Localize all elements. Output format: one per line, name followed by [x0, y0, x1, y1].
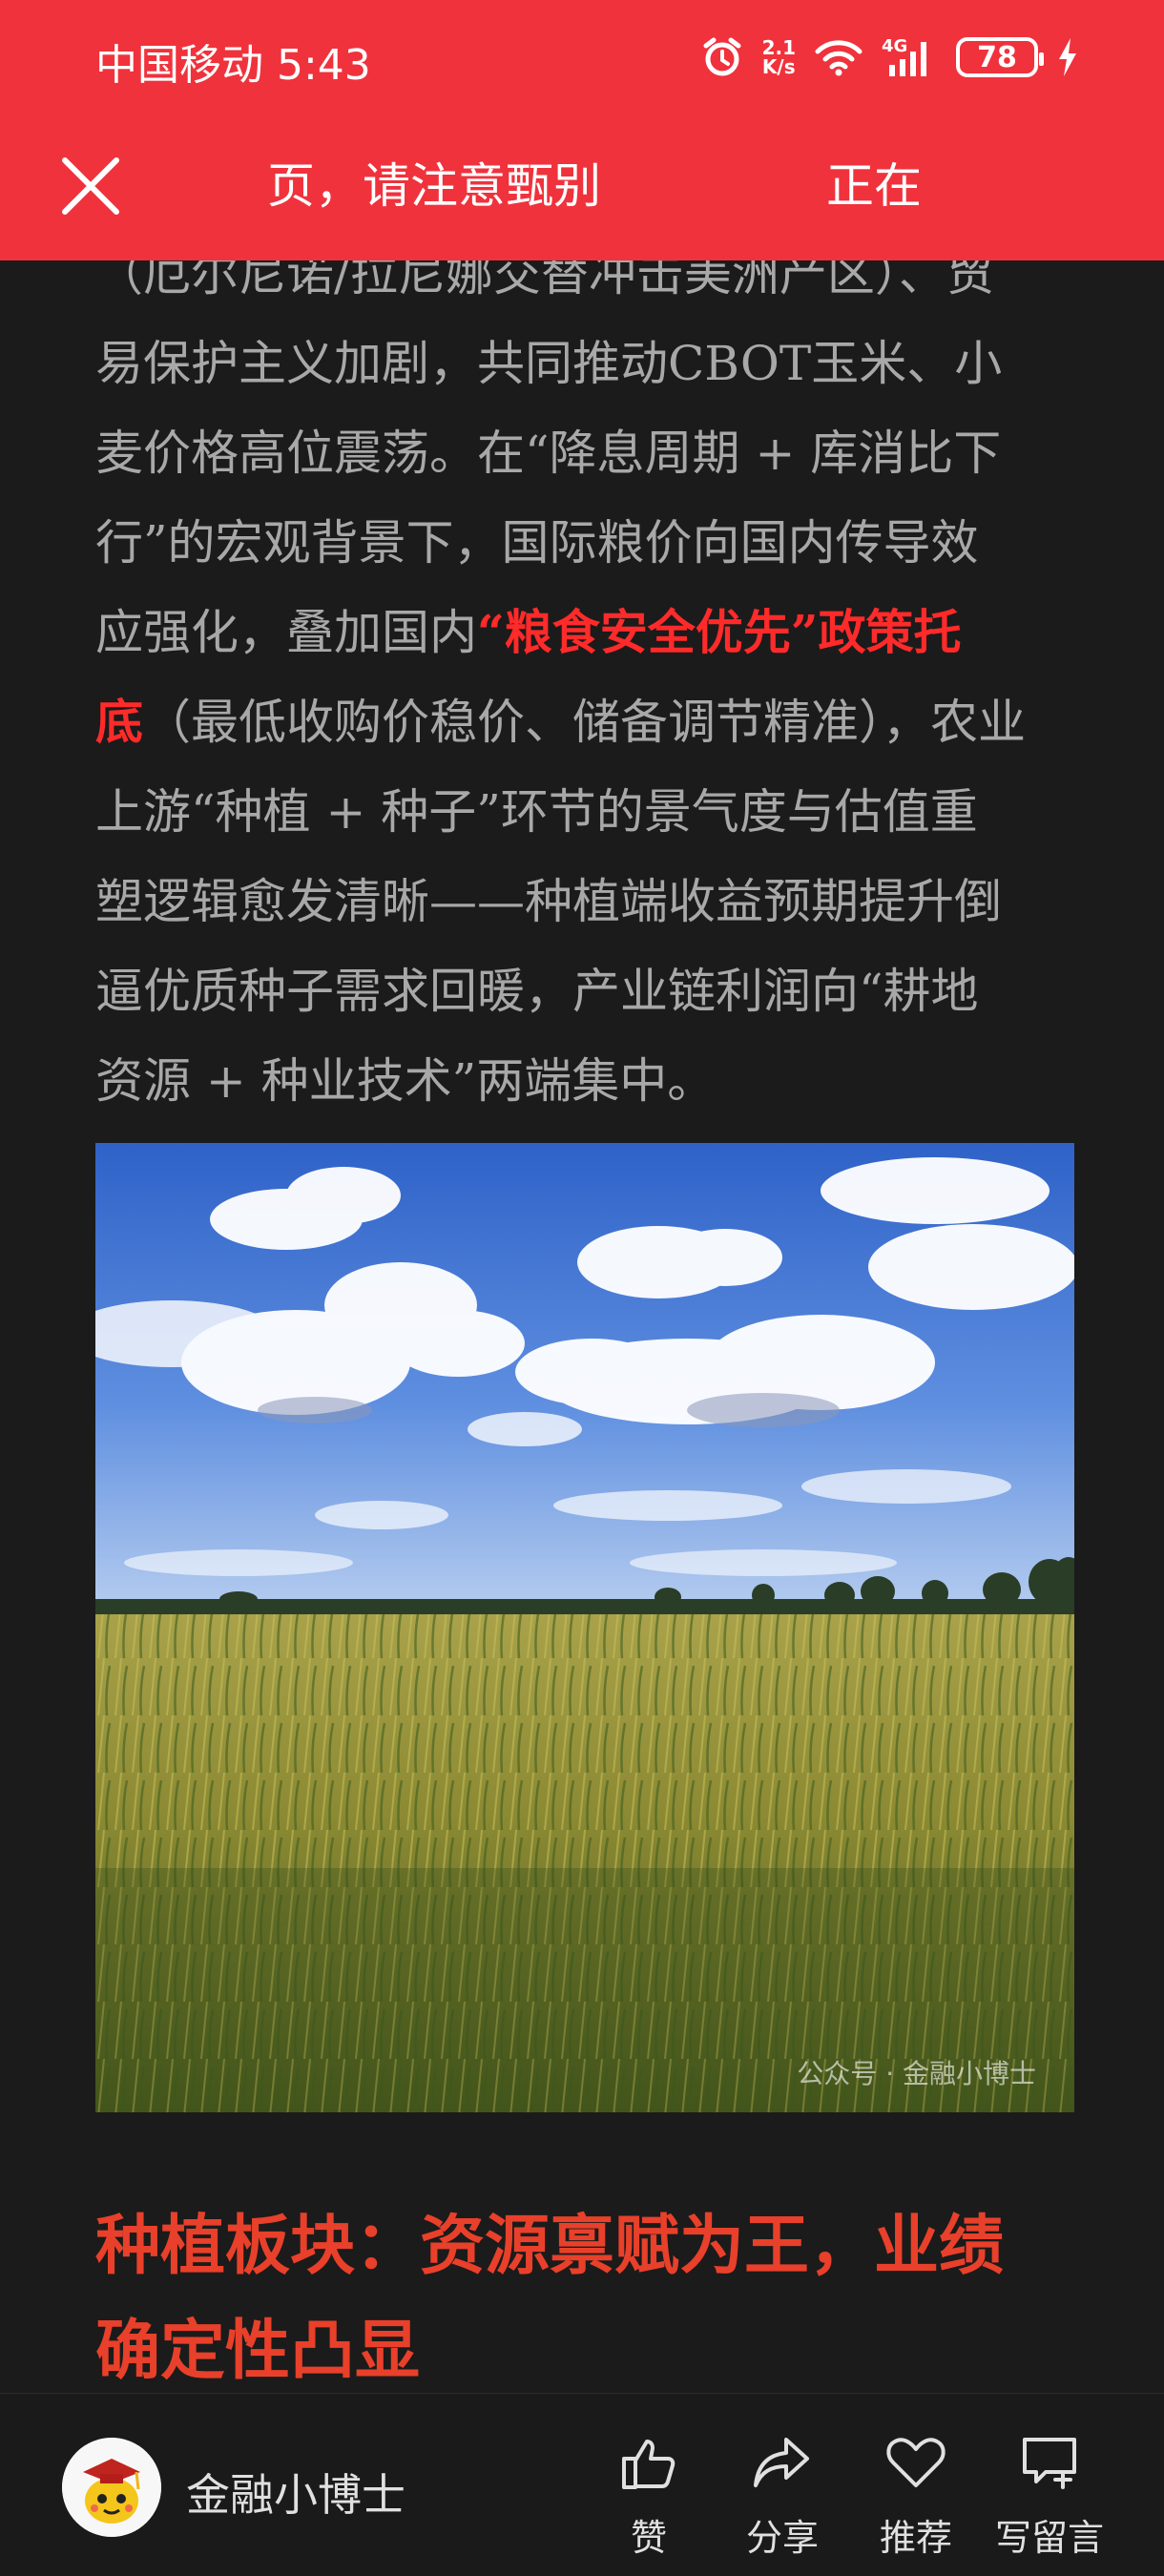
battery-level: 78 — [977, 40, 1017, 74]
speed-value: 2.1 — [761, 36, 796, 59]
close-button[interactable] — [57, 153, 124, 219]
wifi-icon — [815, 38, 863, 76]
article-line: 逼优质种子需求回暖，产业链利润向“耕地 — [95, 964, 979, 1019]
section-heading-line: 确定性凸显 — [95, 2314, 421, 2389]
heart-icon — [886, 2438, 946, 2487]
section-heading: 种植板块：资源禀赋为王，业绩 确定性凸显 — [95, 2194, 1088, 2404]
nav-bar: 页，请注意甄别 正在 — [0, 114, 1164, 260]
speed-unit: K/s — [761, 55, 796, 78]
article-line: 资源 + 种业技术”两端集中。 — [95, 1053, 716, 1109]
network-type: 4G — [882, 36, 907, 56]
rice-field-photo[interactable]: 公众号 · 金融小博士 — [95, 1143, 1074, 2112]
rice-field-image — [95, 1143, 1074, 2112]
status-icons: 2.1 K/s 4G 78 — [701, 29, 1078, 86]
article-line: 底（最低收购价稳价、储备调节精准），农业 — [95, 677, 1069, 767]
avatar-image — [62, 2438, 161, 2537]
close-icon — [62, 157, 119, 215]
article-line: 上游“种植 + 种子”环节的景气度与估值重 — [95, 784, 978, 840]
share-arrow-icon — [754, 2438, 809, 2487]
comment-label: 写留言 — [994, 2517, 1104, 2559]
share-label: 分享 — [745, 2517, 819, 2559]
thumbs-up-icon — [622, 2440, 676, 2489]
article-line: 塑逻辑愈发清晰——种植端收益预期提升倒 — [95, 874, 1002, 929]
article-text: 应强化，叠加国内 — [95, 605, 477, 660]
notice-text-2: 正在 — [826, 158, 922, 214]
alarm-icon — [701, 36, 743, 78]
top-header: 中国移动 5:43 2.1 K/s 4G 78 页，请注意甄别 正在 — [0, 0, 1164, 260]
comment-icon — [1023, 2438, 1076, 2489]
article-line: 易保护主义加剧，共同推动CBOT玉米、小 — [95, 336, 1003, 391]
section-heading-line: 种植板块：资源禀赋为王，业绩 — [95, 2209, 1005, 2284]
recommend-label: 推荐 — [879, 2517, 952, 2559]
recommend-button[interactable]: 推荐 — [849, 2430, 983, 2561]
battery-indicator: 78 — [956, 37, 1044, 77]
status-bar: 中国移动 5:43 2.1 K/s 4G 78 — [0, 0, 1164, 114]
author-avatar[interactable] — [62, 2438, 161, 2537]
comment-button[interactable]: 写留言 — [983, 2430, 1116, 2561]
article-line: 麦价格高位震荡。在“降息周期 + 库消比下 — [95, 426, 1002, 481]
carrier-time: 中国移动 5:43 — [95, 41, 371, 90]
cellular-signal-icon: 4G — [882, 36, 937, 78]
network-speed: 2.1 K/s — [762, 38, 796, 76]
image-watermark: 公众号 · 金融小博士 — [797, 2058, 1036, 2089]
bottom-toolbar: 金融小博士 赞 分享 推荐 写留言 — [0, 2393, 1164, 2576]
author-name[interactable]: 金融小博士 — [186, 2461, 405, 2524]
article-line: 应强化，叠加国内“粮食安全优先”政策托 — [95, 588, 1069, 677]
charging-icon — [1057, 38, 1078, 76]
article-line: 行”的宏观背景下，国际粮价向国内传导效 — [95, 515, 979, 571]
like-button[interactable]: 赞 — [582, 2430, 716, 2561]
like-label: 赞 — [630, 2517, 667, 2559]
highlight-text: “粮食安全优先”政策托 — [477, 604, 962, 660]
notice-text-1: 页，请注意甄别 — [267, 158, 601, 214]
article-body: （厄尔尼诺/拉尼娜交替冲击美洲产区）、贸 易保护主义加剧，共同推动CBOT玉米、… — [95, 229, 1069, 1126]
article-text: （最低收购价稳价、储备调节精准），农业 — [143, 695, 1026, 750]
highlight-text: 底 — [95, 694, 143, 750]
scrolling-notice: 页，请注意甄别 正在 — [172, 153, 935, 219]
action-bar: 赞 分享 推荐 写留言 — [582, 2430, 1116, 2561]
share-button[interactable]: 分享 — [716, 2430, 849, 2561]
